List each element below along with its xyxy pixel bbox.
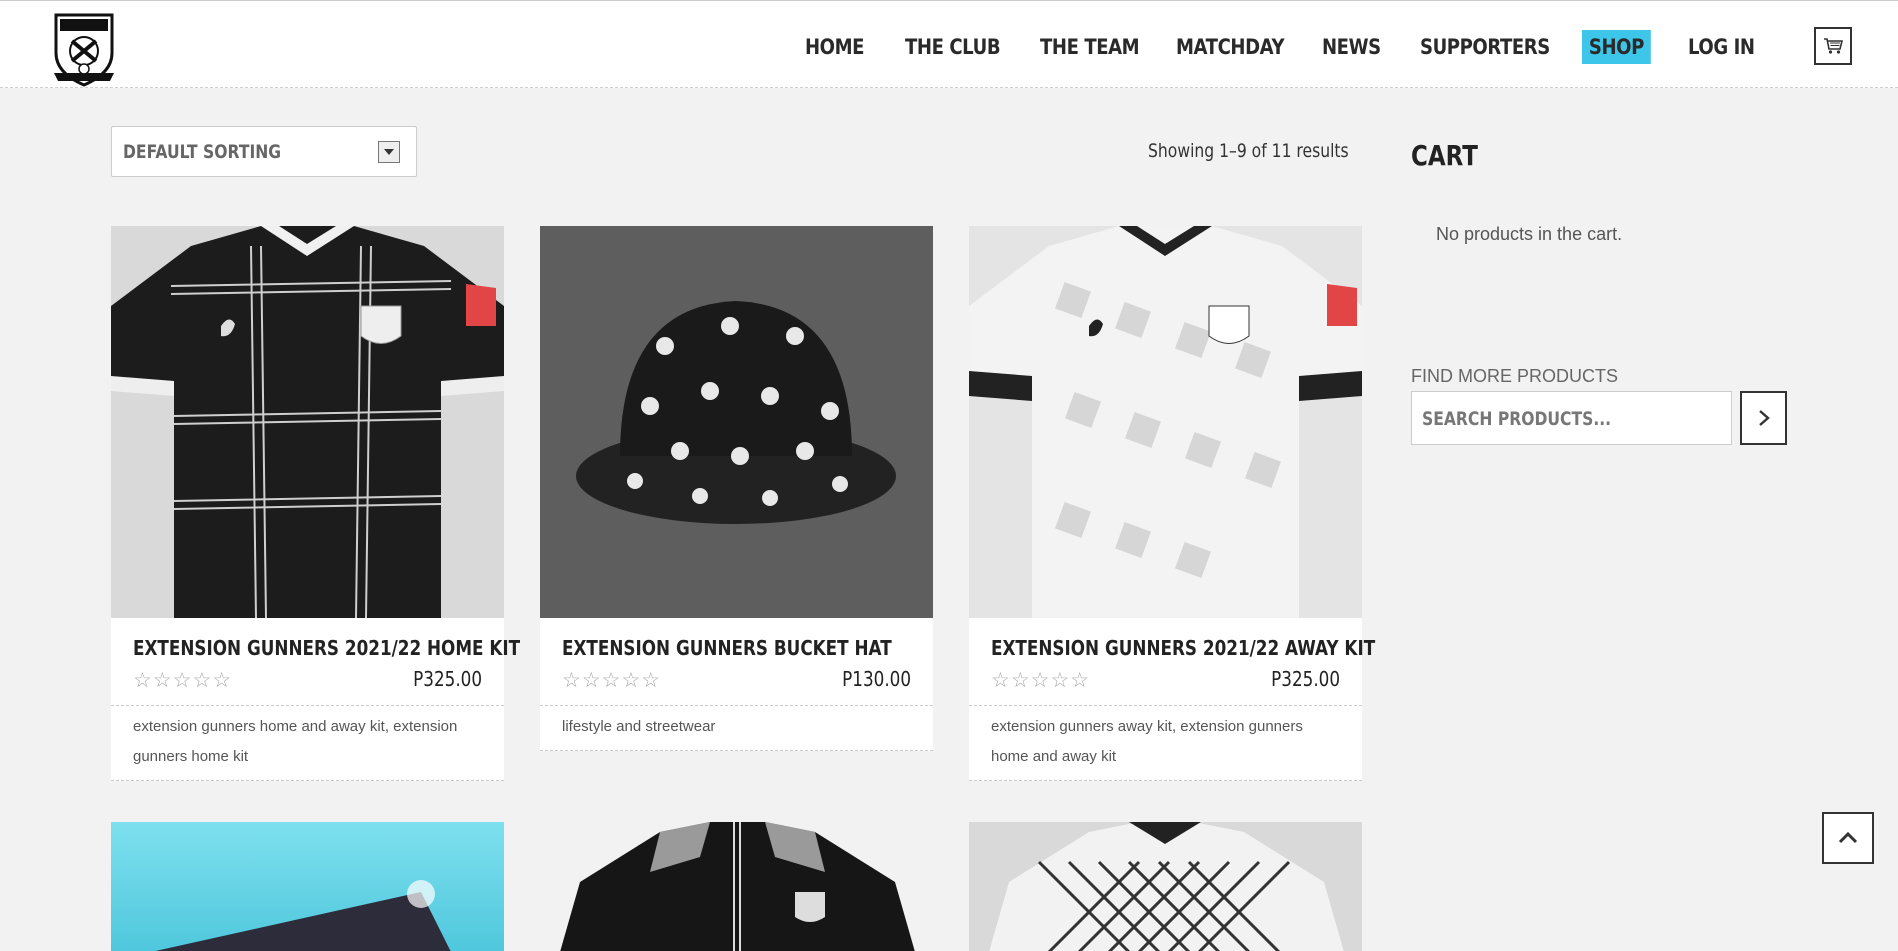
product-card[interactable]: EXTENSION GUNNERS 2021/22 AWAY KIT ☆☆☆☆☆… (969, 226, 1375, 781)
cart-empty-message: No products in the cart. (1436, 224, 1623, 244)
header-cart-button[interactable] (1814, 27, 1852, 65)
product-image[interactable] (111, 226, 504, 618)
star-rating: ☆☆☆☆☆ (991, 669, 1091, 692)
chevron-right-icon (1758, 410, 1770, 426)
cart-widget-title: CART (1411, 139, 1478, 172)
nav-shop[interactable]: SHOP (1582, 30, 1651, 64)
product-title[interactable]: EXTENSION GUNNERS 2021/22 AWAY KIT (991, 636, 1375, 660)
star-rating: ☆☆☆☆☆ (133, 669, 233, 692)
product-image[interactable] (540, 226, 933, 618)
product-card[interactable]: EXTENSION GUNNERS 2021/22 HOME KIT ☆☆☆☆☆… (111, 226, 520, 781)
product-price: P325.00 (1271, 667, 1340, 691)
product-card-image[interactable] (969, 822, 1362, 951)
product-card-image[interactable] (111, 822, 504, 951)
product-tags: lifestyle and streetwear (540, 706, 933, 751)
nav-log-in[interactable]: LOG IN (1688, 30, 1755, 64)
site-header: HOME THE CLUB THE TEAM MATCHDAY NEWS SUP… (0, 0, 1898, 88)
product-title[interactable]: EXTENSION GUNNERS BUCKET HAT (562, 636, 892, 660)
product-search-input[interactable]: SEARCH PRODUCTS... (1411, 391, 1732, 445)
product-tag-link[interactable]: lifestyle and streetwear (562, 718, 715, 735)
product-info: EXTENSION GUNNERS 2021/22 HOME KIT ☆☆☆☆☆… (111, 618, 520, 706)
product-card-image[interactable] (540, 822, 933, 951)
product-image[interactable] (969, 226, 1362, 618)
chevron-up-icon (1838, 832, 1858, 844)
product-price: P325.00 (413, 667, 482, 691)
nav-news[interactable]: NEWS (1322, 30, 1381, 64)
find-products-label: FIND MORE PRODUCTS (1411, 366, 1618, 386)
nav-the-team[interactable]: THE TEAM (1040, 30, 1140, 64)
product-title[interactable]: EXTENSION GUNNERS 2021/22 HOME KIT (133, 636, 520, 660)
product-info: EXTENSION GUNNERS 2021/22 AWAY KIT ☆☆☆☆☆… (969, 618, 1375, 706)
nav-supporters[interactable]: SUPPORTERS (1420, 30, 1550, 64)
sorting-selected-value: DEFAULT SORTING (123, 141, 282, 163)
product-card[interactable]: EXTENSION GUNNERS BUCKET HAT ☆☆☆☆☆ P130.… (540, 226, 933, 751)
nav-matchday[interactable]: MATCHDAY (1176, 30, 1285, 64)
result-count: Showing 1–9 of 11 results (1148, 140, 1349, 162)
search-submit-button[interactable] (1740, 391, 1787, 445)
product-tags: extension gunners home and away kit, ext… (111, 706, 504, 781)
sorting-select[interactable]: DEFAULT SORTING (111, 126, 417, 177)
nav-home[interactable]: HOME (805, 30, 864, 64)
product-tag-link[interactable]: extension gunners away kit, extension gu… (991, 718, 1303, 765)
back-to-top-button[interactable] (1822, 812, 1874, 864)
chevron-down-icon (378, 141, 400, 163)
product-info: EXTENSION GUNNERS BUCKET HAT ☆☆☆☆☆ P130.… (540, 618, 933, 706)
cart-icon (1824, 38, 1843, 54)
product-price: P130.00 (842, 667, 911, 691)
product-tag-link[interactable]: extension gunners home and away kit, ext… (133, 718, 457, 765)
star-rating: ☆☆☆☆☆ (562, 669, 662, 692)
club-logo[interactable] (50, 9, 118, 87)
search-placeholder: SEARCH PRODUCTS... (1422, 408, 1612, 430)
nav-the-club[interactable]: THE CLUB (905, 30, 1001, 64)
product-tags: extension gunners away kit, extension gu… (969, 706, 1362, 781)
